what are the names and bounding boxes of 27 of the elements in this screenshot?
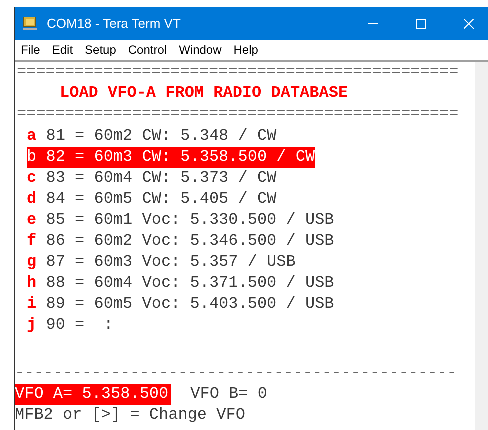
database-entry[interactable]: h 88 = 60m4 Voc: 5.371.500 / USB xyxy=(27,273,334,294)
separator-line: ============================================== xyxy=(16,104,459,125)
close-icon[interactable] xyxy=(464,18,474,28)
terminal-hint: MFB2 or [>] = Change VFO xyxy=(15,405,246,426)
database-entry[interactable]: g 87 = 60m3 Voc: 5.357 / USB xyxy=(27,252,296,273)
database-entry[interactable]: d 84 = 60m5 CW: 5.405 / CW xyxy=(27,189,277,210)
terminal-heading: LOAD VFO-A FROM RADIO DATABASE xyxy=(59,83,348,104)
menu-item[interactable]: Control xyxy=(128,41,168,59)
menu-item[interactable]: Setup xyxy=(85,41,116,59)
database-entry[interactable]: j 90 = : xyxy=(27,315,114,336)
terminal-app-icon xyxy=(23,17,37,30)
database-entry[interactable]: i 89 = 60m5 Voc: 5.403.500 / USB xyxy=(27,294,334,315)
database-entry[interactable]: c 83 = 60m4 CW: 5.373 / CW xyxy=(27,168,277,189)
vfo-b-reading: VFO B= 0 xyxy=(190,384,268,405)
database-entry[interactable]: a 81 = 60m2 CW: 5.348 / CW xyxy=(27,126,277,147)
separator-line: ============================================== xyxy=(16,62,459,83)
menu-item[interactable]: Window xyxy=(179,41,222,59)
window-title: COM18 - Tera Term VT xyxy=(47,14,181,33)
menu-item[interactable]: Edit xyxy=(52,41,74,59)
menu-item[interactable]: File xyxy=(21,41,40,59)
database-entry[interactable]: f 86 = 60m2 Voc: 5.346.500 / USB xyxy=(27,231,334,252)
database-entry[interactable]: b 82 = 60m3 CW: 5.358.500 / CW xyxy=(27,147,316,168)
maximize-icon[interactable] xyxy=(416,18,426,28)
database-entry[interactable]: e 85 = 60m1 Voc: 5.330.500 / USB xyxy=(27,210,334,231)
vfo-a-reading: VFO A= 5.358.500 xyxy=(15,384,171,405)
divider-line: ---------------------------------------------- xyxy=(15,363,457,384)
menu-item[interactable]: Help xyxy=(234,41,258,59)
